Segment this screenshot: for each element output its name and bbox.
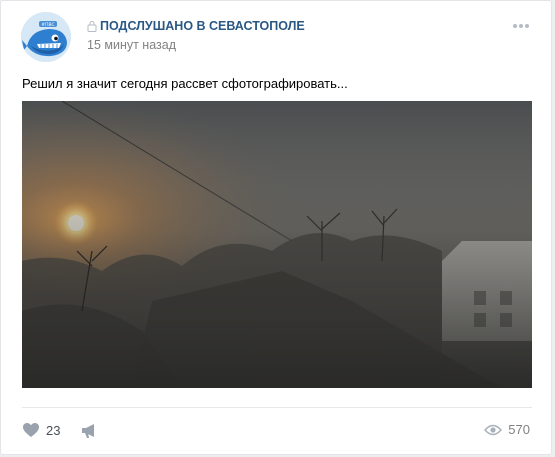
- post-photo[interactable]: [22, 101, 532, 388]
- wall-post: #ПВС ПОДСЛУШАНО В СЕВАСТОПОЛЕ 15 минут н…: [0, 0, 552, 455]
- more-horizontal-icon: [513, 24, 529, 28]
- like-count: 23: [46, 422, 61, 438]
- post-author-link[interactable]: ПОДСЛУШАНО В СЕВАСТОПОЛЕ: [87, 19, 305, 33]
- like-button[interactable]: 23: [22, 422, 60, 438]
- eye-icon: [484, 424, 503, 435]
- post-footer-divider: [22, 407, 532, 408]
- avatar[interactable]: #ПВС: [21, 12, 71, 62]
- heart-icon: [23, 423, 39, 437]
- post-date[interactable]: 15 минут назад: [87, 38, 176, 52]
- views-count: 570: [508, 422, 530, 437]
- share-button[interactable]: [80, 422, 100, 440]
- post-author-name: ПОДСЛУШАНО В СЕВАСТОПОЛЕ: [100, 19, 305, 33]
- megaphone-share-icon: [82, 424, 94, 438]
- avatar-badge-text: #ПВС: [41, 22, 54, 28]
- post-menu-button[interactable]: [511, 19, 531, 33]
- lock-icon: [87, 21, 97, 32]
- post-text: Решил я значит сегодня рассвет сфотограф…: [22, 76, 348, 91]
- views-counter: 570: [484, 422, 530, 437]
- whale-logo: #ПВС: [21, 12, 71, 62]
- sunrise-fog-photo: [22, 101, 532, 388]
